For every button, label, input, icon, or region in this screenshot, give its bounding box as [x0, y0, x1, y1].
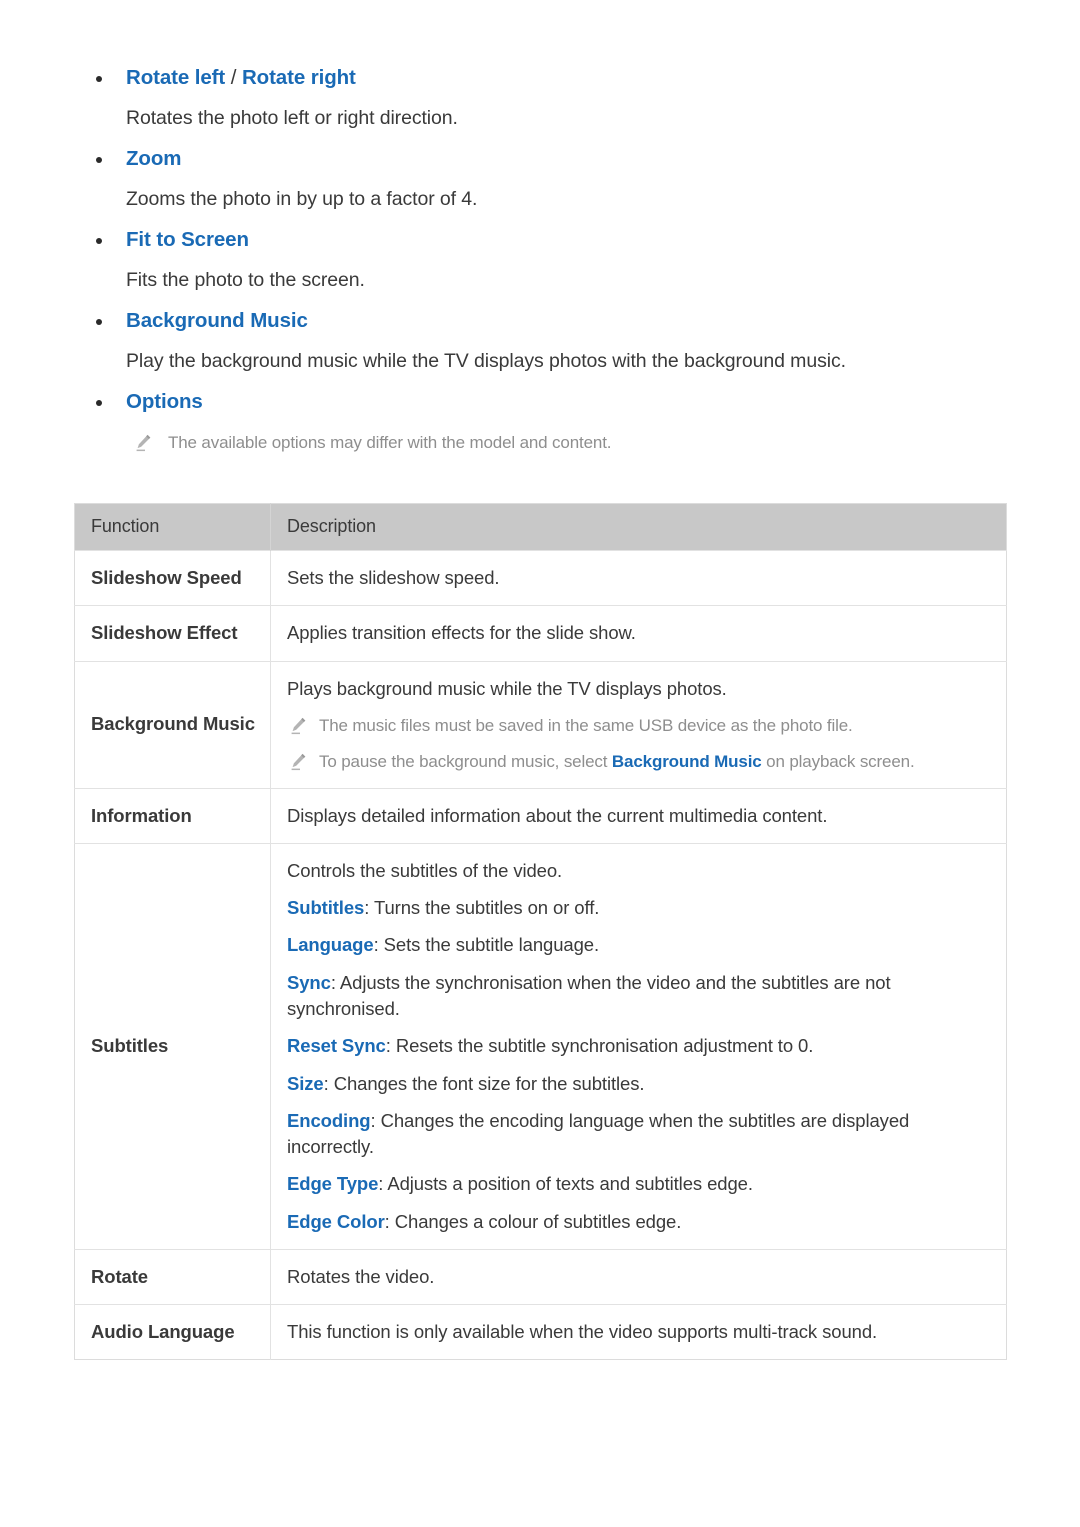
description-line: Language: Sets the subtitle language.: [287, 932, 990, 958]
section-title: Background Music: [126, 308, 308, 332]
description-line: Plays background music while the TV disp…: [287, 677, 727, 699]
cell-function: Information: [74, 787, 271, 844]
option-section-list: Rotate left / Rotate right Rotates the p…: [0, 64, 1000, 467]
table-header-row: Function Description: [74, 503, 1007, 551]
table-row: Audio Language This function is only ava…: [74, 1304, 1007, 1360]
document-page: Rotate left / Rotate right Rotates the p…: [0, 0, 1080, 1527]
description-text: : Changes a colour of subtitles edge.: [384, 1210, 682, 1232]
cell-function: Rotate: [74, 1248, 271, 1305]
note-text: The music files must be saved in the sam…: [319, 715, 853, 735]
table-row: Information Displays detailed informatio…: [74, 787, 1007, 844]
description-key: Edge Color: [287, 1210, 385, 1232]
cell-function: Audio Language: [74, 1304, 271, 1360]
description-text: : Adjusts the synchronisation when the v…: [287, 971, 891, 1019]
bullet-icon: [96, 237, 102, 244]
column-header-description: Description: [270, 503, 1007, 551]
table-header: Function Description: [74, 503, 1007, 551]
section-body: Zooms the photo in by up to a factor of …: [126, 187, 478, 210]
section-body: Rotates the photo left or right directio…: [126, 106, 458, 129]
description-key: Language: [287, 934, 374, 956]
description-line: Displays detailed information about the …: [287, 804, 828, 826]
section-title-separator: /: [225, 66, 242, 89]
description-line: Reset Sync: Resets the subtitle synchron…: [287, 1033, 990, 1059]
description-line: Applies transition effects for the slide…: [287, 622, 636, 644]
section-title: Fit to Screen: [126, 227, 249, 251]
section-body: Play the background music while the TV d…: [126, 349, 846, 372]
description-line: This function is only available when the…: [287, 1321, 878, 1343]
description-line: Size: Changes the font size for the subt…: [287, 1071, 990, 1097]
section-title-part-b: Rotate right: [241, 66, 356, 89]
bullet-icon: [96, 399, 102, 406]
section-title: Options: [126, 389, 203, 413]
description-key: Size: [287, 1072, 324, 1094]
section-zoom: Zoom Zooms the photo in by up to a facto…: [0, 145, 1000, 213]
description-text: : Changes the font size for the subtitle…: [323, 1072, 645, 1094]
table-body: Slideshow Speed Sets the slideshow speed…: [74, 549, 1007, 1360]
bullet-icon: [96, 156, 102, 163]
description-key: Sync: [287, 971, 331, 993]
description-text: : Adjusts a position of texts and subtit…: [378, 1173, 753, 1195]
table-row: Subtitles Controls the subtitles of the …: [74, 842, 1007, 1250]
cell-description: Rotates the video.: [270, 1248, 1007, 1305]
section-title-part-a: Rotate left: [126, 66, 226, 89]
note-row: The available options may differ with th…: [126, 432, 1000, 455]
pencil-icon: [291, 717, 306, 734]
options-table: Function Description Slideshow Speed Set…: [74, 503, 1007, 1361]
section-options: Options The available options may differ…: [0, 388, 1000, 455]
description-line: Edge Color: Changes a colour of subtitle…: [287, 1209, 990, 1235]
description-text: : Resets the subtitle synchronisation ad…: [385, 1035, 814, 1057]
cell-function: Slideshow Speed: [74, 549, 271, 606]
cell-description: Plays background music while the TV disp…: [270, 660, 1007, 789]
cell-description: This function is only available when the…: [270, 1304, 1007, 1360]
section-rotate: Rotate left / Rotate right Rotates the p…: [0, 64, 1000, 132]
description-text: : Turns the subtitles on or off.: [364, 897, 600, 919]
table-row: Rotate Rotates the video.: [74, 1248, 1007, 1305]
description-line: Sets the slideshow speed.: [287, 567, 500, 588]
bullet-icon: [96, 318, 102, 325]
cell-function: Subtitles: [74, 842, 271, 1250]
bullet-icon: [96, 76, 102, 82]
cell-description: Sets the slideshow speed.: [270, 549, 1007, 606]
description-line: Sync: Adjusts the synchronisation when t…: [287, 970, 990, 1023]
cell-description: Displays detailed information about the …: [270, 787, 1007, 844]
description-line: Controls the subtitles of the video.: [287, 859, 563, 881]
description-text: : Sets the subtitle language.: [373, 934, 600, 956]
table-row: Slideshow Speed Sets the slideshow speed…: [74, 549, 1007, 606]
note-text-post: on playback screen.: [761, 751, 915, 771]
table-row: Slideshow Effect Applies transition effe…: [74, 605, 1007, 662]
note-text-pre: To pause the background music, select: [319, 751, 612, 771]
description-key: Encoding: [287, 1109, 371, 1131]
description-text: : Changes the encoding language when the…: [287, 1109, 910, 1158]
table-row: Background Music Plays background music …: [74, 660, 1007, 789]
description-key: Edge Type: [287, 1173, 379, 1195]
section-title: Rotate left / Rotate right: [126, 64, 1000, 92]
cell-description: Controls the subtitles of the video. Sub…: [270, 842, 1007, 1250]
description-line: Edge Type: Adjusts a position of texts a…: [287, 1171, 990, 1197]
section-fit-to-screen: Fit to Screen Fits the photo to the scre…: [0, 226, 1000, 294]
note-text-emphasis: Background Music: [611, 751, 762, 771]
description-key: Reset Sync: [287, 1035, 386, 1057]
cell-description: Applies transition effects for the slide…: [270, 605, 1007, 662]
section-title: Zoom: [126, 146, 182, 170]
description-line: Encoding: Changes the encoding language …: [287, 1108, 990, 1161]
description-line: Subtitles: Turns the subtitles on or off…: [287, 895, 990, 921]
section-background-music: Background Music Play the background mus…: [0, 307, 1000, 375]
section-body: Fits the photo to the screen.: [126, 268, 365, 291]
cell-function: Slideshow Effect: [74, 605, 271, 662]
cell-function: Background Music: [74, 660, 271, 789]
pencil-icon: [291, 753, 306, 770]
note-row: The music files must be saved in the sam…: [287, 715, 990, 738]
column-header-function: Function: [74, 503, 271, 551]
pencil-icon: [136, 434, 151, 451]
note-text: The available options may differ with th…: [168, 432, 612, 452]
description-line: Rotates the video.: [287, 1265, 435, 1287]
note-row: To pause the background music, select Ba…: [287, 751, 990, 774]
description-key: Subtitles: [287, 897, 365, 919]
